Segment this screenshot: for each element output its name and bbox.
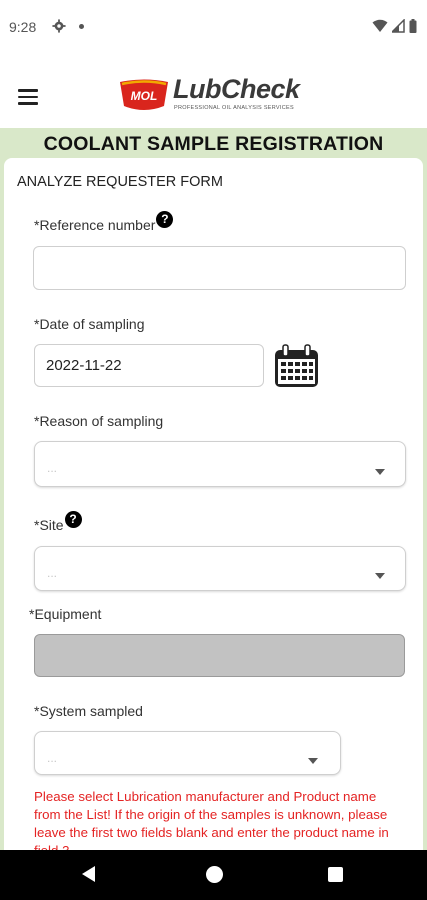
- signal-icon: [392, 19, 405, 33]
- notification-dot-icon: [79, 24, 84, 29]
- reason-of-sampling-select[interactable]: ...: [34, 441, 406, 487]
- system-nav-bar: [0, 850, 427, 900]
- form-title: ANALYZE REQUESTER FORM: [17, 174, 223, 190]
- page-title: COOLANT SAMPLE REGISTRATION: [43, 133, 384, 155]
- site-select[interactable]: ...: [34, 546, 406, 591]
- system-sampled-placeholder: ...: [47, 751, 58, 765]
- battery-icon: [409, 19, 417, 33]
- logo-subtitle: PROFESSIONAL OIL ANALYSIS SERVICES: [174, 105, 294, 111]
- reason-of-sampling-placeholder: ...: [47, 461, 58, 475]
- wifi-icon: [372, 19, 388, 32]
- help-icon[interactable]: ?: [64, 511, 82, 528]
- home-icon[interactable]: [206, 866, 223, 883]
- hamburger-menu-icon[interactable]: [18, 89, 38, 105]
- site-label: *Site?: [34, 511, 82, 534]
- logo-title: LubCheck: [173, 74, 300, 104]
- status-time: 9:28: [9, 19, 37, 35]
- reference-number-label: *Reference number?: [34, 211, 174, 234]
- gear-icon: [52, 19, 66, 33]
- lubcheck-logo: MOL LubCheck PROFESSIONAL OIL ANALYSIS S…: [117, 74, 312, 122]
- svg-text:MOL: MOL: [131, 89, 158, 103]
- date-of-sampling-input[interactable]: 2022-11-22: [34, 344, 264, 387]
- app-header: MOL LubCheck PROFESSIONAL OIL ANALYSIS S…: [0, 56, 427, 128]
- status-icons: [372, 19, 417, 33]
- equipment-label: *Equipment: [29, 606, 102, 622]
- date-of-sampling-label: *Date of sampling: [34, 316, 145, 332]
- reference-number-input[interactable]: [33, 246, 406, 290]
- chevron-down-icon: [375, 573, 385, 579]
- equipment-field: [34, 634, 405, 677]
- calendar-icon[interactable]: [274, 344, 319, 388]
- mol-logo-badge: MOL: [120, 79, 168, 110]
- status-bar: 9:28: [0, 0, 427, 56]
- help-icon[interactable]: ?: [156, 211, 174, 228]
- reference-number-label-text: *Reference number: [34, 217, 156, 233]
- back-icon[interactable]: [82, 866, 95, 882]
- reason-of-sampling-label: *Reason of sampling: [34, 413, 164, 429]
- recents-icon[interactable]: [328, 867, 343, 882]
- chevron-down-icon: [375, 469, 385, 475]
- chevron-down-icon: [308, 758, 318, 764]
- site-placeholder: ...: [47, 566, 58, 580]
- site-label-text: *Site: [34, 517, 64, 533]
- system-sampled-select[interactable]: ...: [34, 731, 341, 775]
- system-sampled-label: *System sampled: [34, 703, 143, 719]
